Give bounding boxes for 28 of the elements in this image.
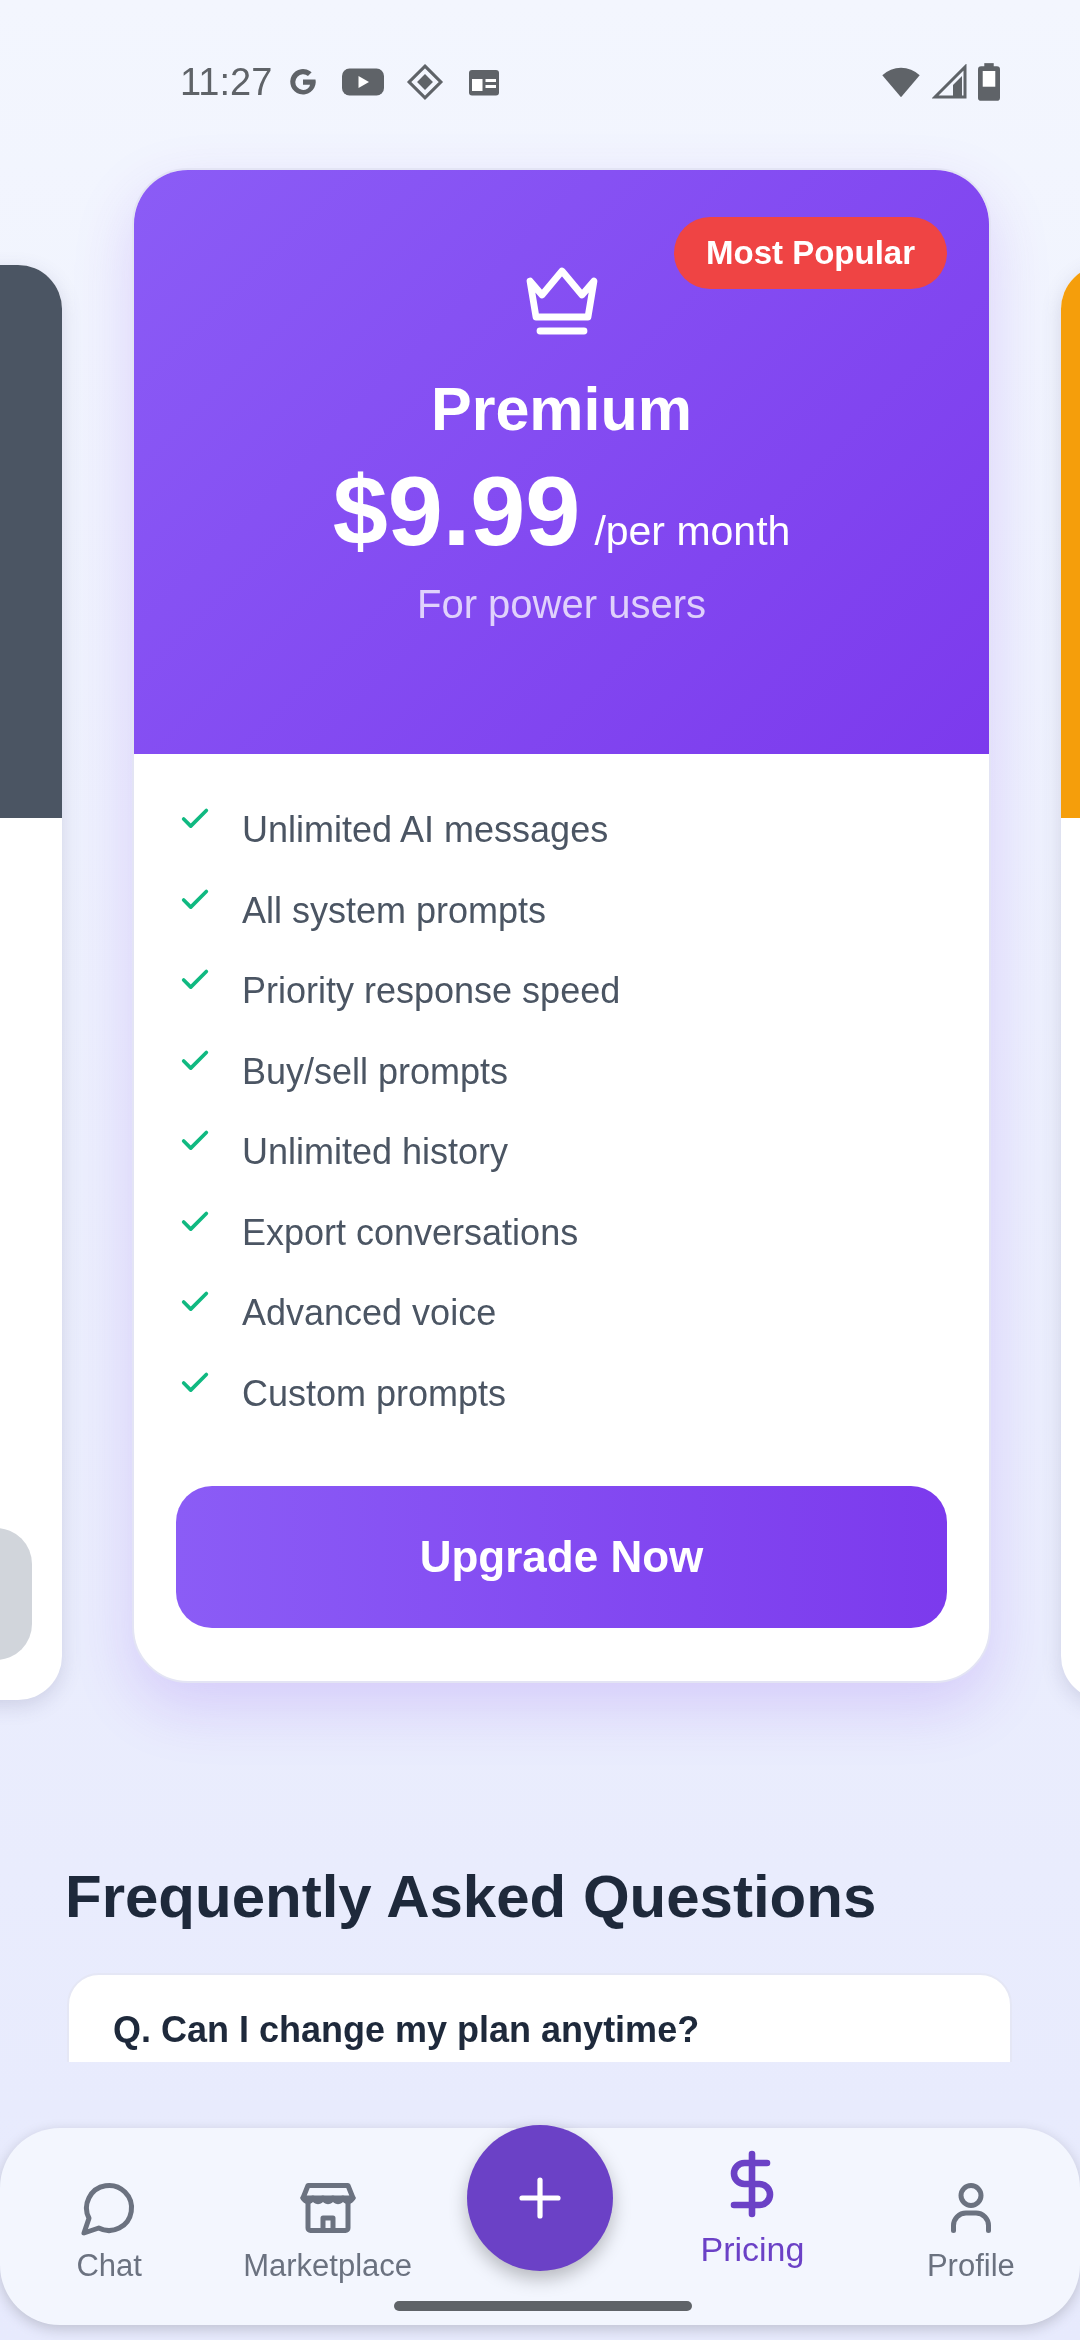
faq-question: Q. Can I change my plan anytime? (113, 2009, 700, 2050)
add-button[interactable] (467, 2125, 613, 2271)
nav-tab[interactable]: Chat (0, 2128, 219, 2325)
plan-subtitle: For power users (417, 582, 706, 627)
feature-text: All system prompts (242, 889, 547, 932)
faq-card[interactable]: Q. Can I change my plan anytime? (67, 1973, 1012, 2062)
upgrade-button[interactable]: Upgrade Now (176, 1486, 947, 1628)
wifi-icon (880, 65, 922, 99)
nav-tab[interactable]: Pricing (643, 2128, 862, 2325)
feature-text: Priority response speed (242, 970, 621, 1013)
billing-period: /per month (594, 508, 791, 555)
signal-icon (932, 64, 968, 100)
feature-text: Buy/sell prompts (242, 1050, 509, 1093)
feature-text: Unlimited history (242, 1131, 509, 1174)
feature-text: Unlimited AI messages (242, 809, 609, 852)
feature-text: Custom prompts (242, 1372, 507, 1415)
diamond-icon (406, 63, 445, 101)
battery-icon (978, 63, 1000, 101)
plan-name: Premium (430, 374, 692, 444)
nav-tab[interactable]: Profile (861, 2128, 1080, 2325)
nav-tab[interactable]: Marketplace (218, 2128, 437, 2325)
feature-text: Export conversations (242, 1211, 579, 1254)
feature-text: Advanced voice (242, 1292, 497, 1335)
plan-price: $9.99 (332, 454, 581, 568)
status-time: 11:27 (180, 60, 273, 104)
section-heading: Frequently Asked Questions (65, 1862, 878, 1931)
plus-icon (516, 2174, 564, 2222)
popular-badge: Most Popular (674, 217, 947, 289)
